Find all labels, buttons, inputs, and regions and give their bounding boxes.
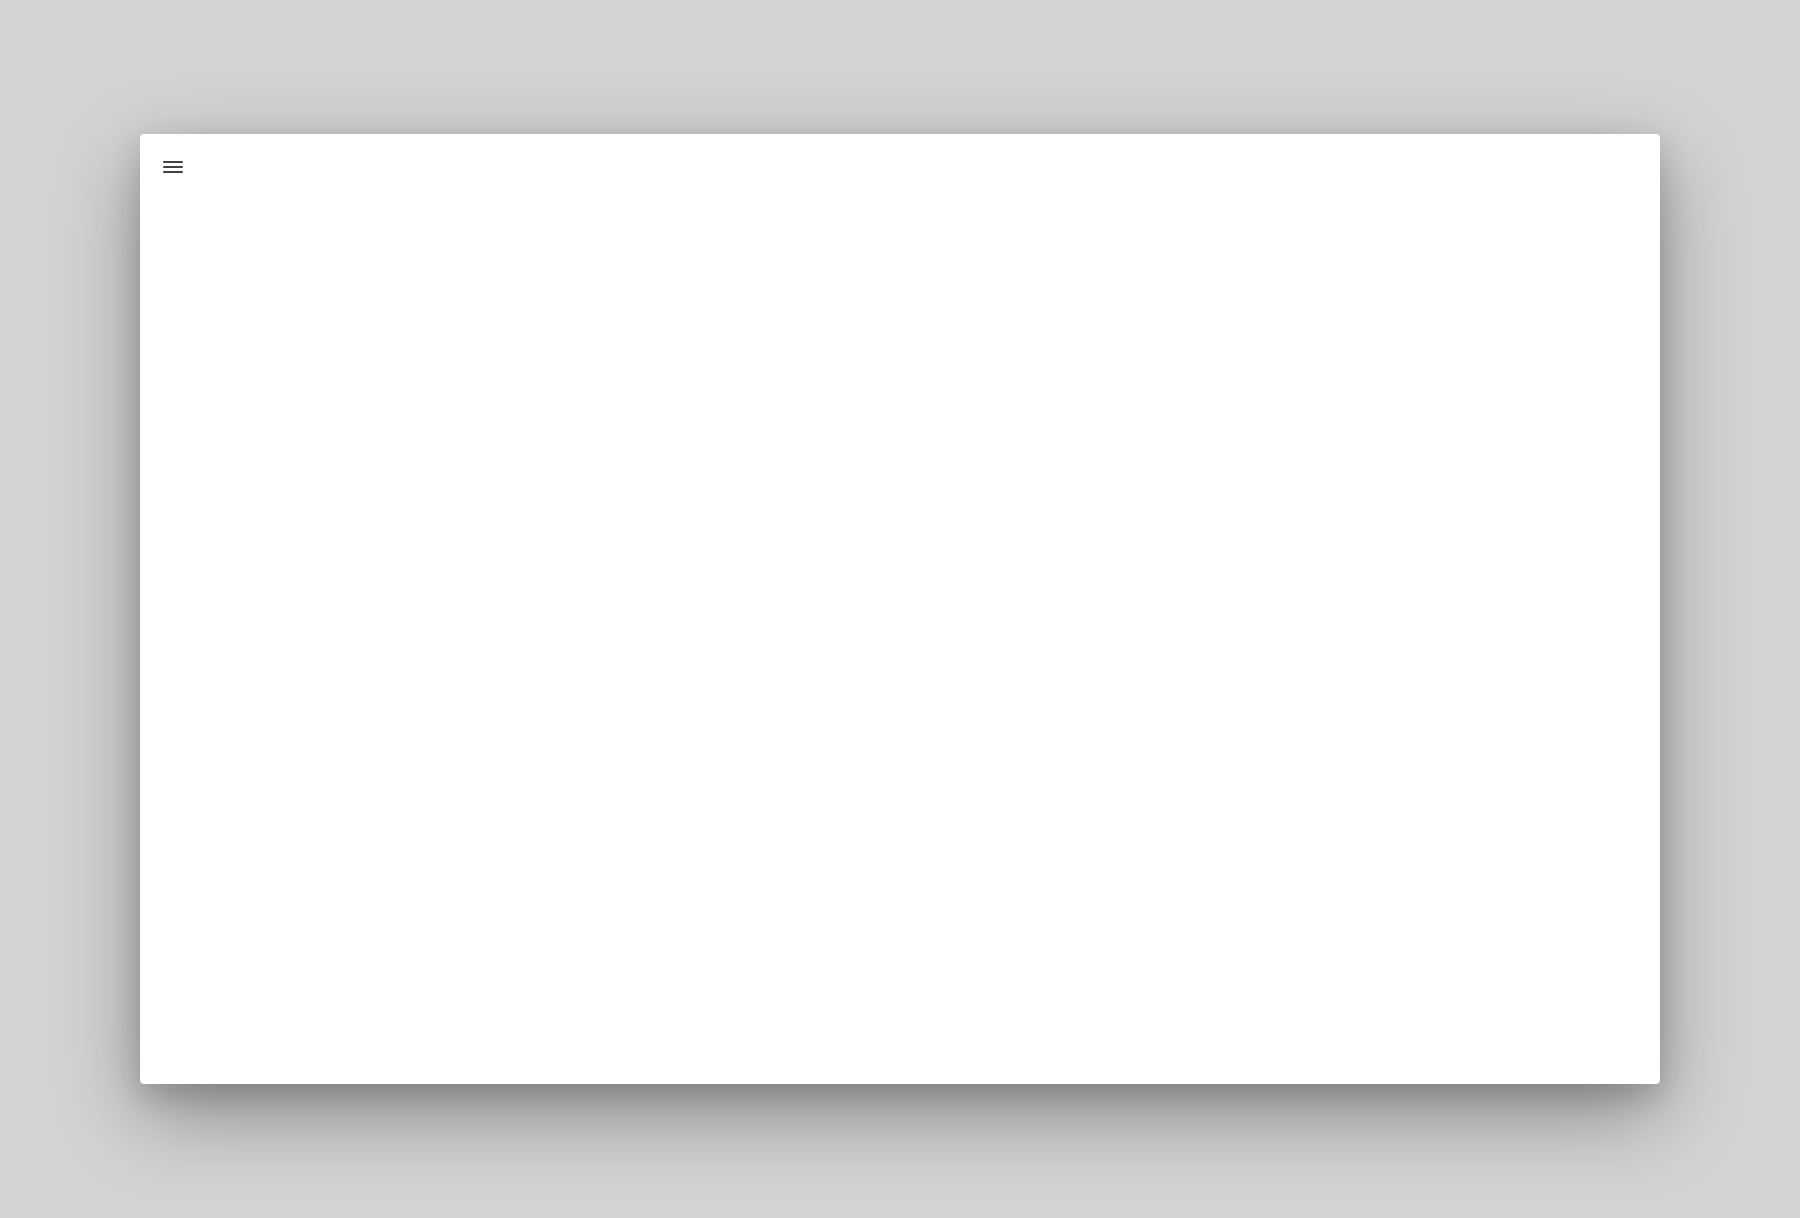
- main-card: [140, 134, 1660, 1084]
- menu-icon: [161, 155, 185, 179]
- menu-button[interactable]: [158, 152, 188, 182]
